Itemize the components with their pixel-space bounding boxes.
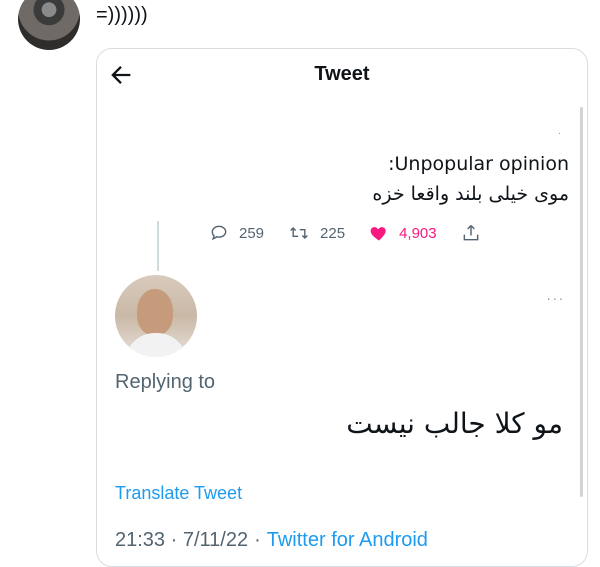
share-action[interactable]	[461, 223, 491, 243]
retweet-count: 225	[320, 224, 346, 242]
more-options-icon[interactable]: ···	[547, 293, 565, 308]
retweet-action[interactable]: 225	[288, 223, 345, 243]
tweet-timestamp[interactable]: 21:33 · 7/11/22	[115, 529, 248, 551]
quoted-tweet-text: :Unpopular opinion موی خیلی بلند واقعا خ…	[372, 149, 569, 209]
tweet-header: Tweet	[97, 49, 587, 101]
quoted-line-1: :Unpopular opinion	[388, 153, 569, 175]
translate-tweet-link[interactable]: Translate Tweet	[115, 483, 242, 504]
reply-count: 259	[239, 224, 265, 242]
tweet-screenshot-card: Tweet · :Unpopular opinion موی خیلی بلند…	[96, 48, 588, 567]
tweet-meta: 21:33 · 7/11/22 · Twitter for Android	[115, 529, 428, 552]
avatar-face	[137, 289, 173, 335]
dot-marker: ·	[557, 129, 561, 140]
thread-connector	[157, 221, 159, 271]
replying-to-label: Replying to	[115, 371, 216, 393]
tweet-client[interactable]: Twitter for Android	[267, 529, 428, 551]
share-icon	[463, 224, 478, 241]
post-text: =))))))	[96, 4, 148, 26]
reply-action[interactable]: 259	[209, 223, 264, 243]
tweet-actions: 259 225 4,903	[209, 221, 515, 245]
quoted-line-2: موی خیلی بلند واقعا خزه	[372, 183, 569, 205]
like-action[interactable]: 4,903	[369, 223, 437, 243]
reply-tweet-text: مو کلا جالب نیست	[346, 407, 563, 440]
reply-author-avatar[interactable]	[115, 275, 197, 357]
author-avatar[interactable]	[18, 0, 80, 50]
scrollbar[interactable]	[580, 107, 583, 497]
comment-icon	[211, 225, 227, 241]
avatar-shirt	[125, 333, 187, 357]
meta-separator: ·	[254, 529, 261, 551]
like-count: 4,903	[399, 224, 437, 242]
heart-icon	[370, 227, 386, 241]
retweet-icon	[290, 226, 308, 240]
header-title: Tweet	[314, 63, 370, 85]
